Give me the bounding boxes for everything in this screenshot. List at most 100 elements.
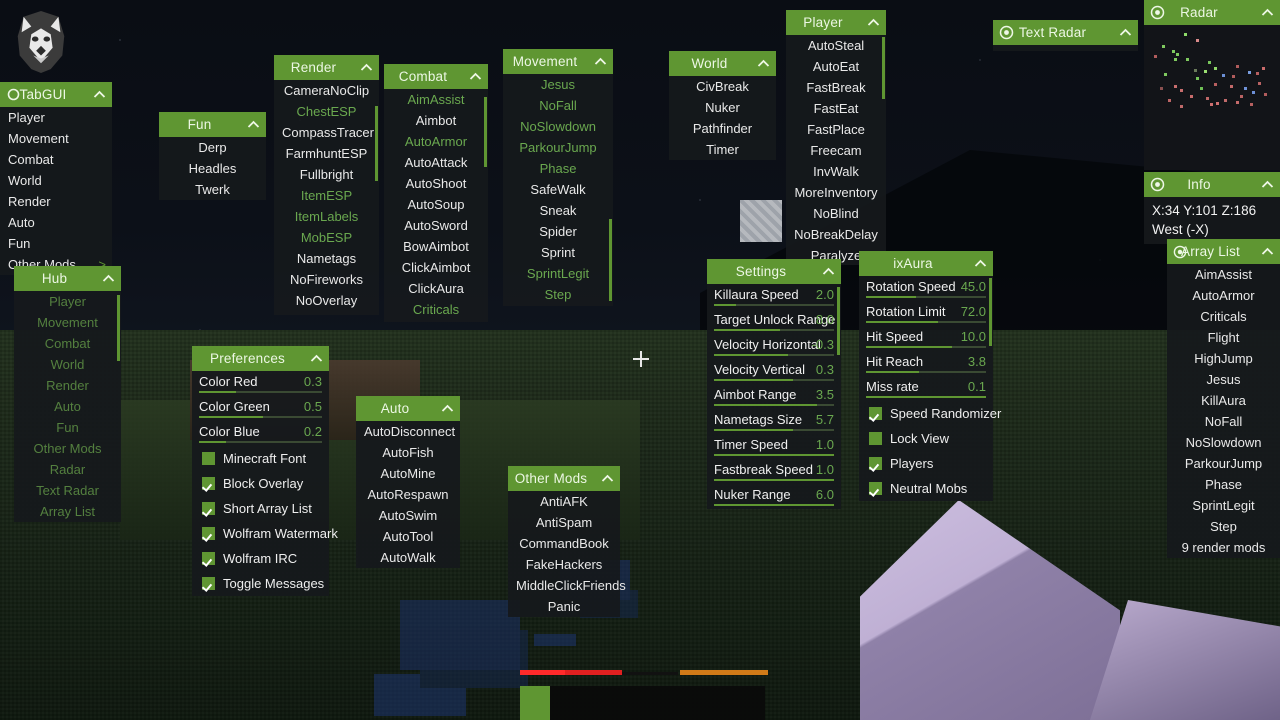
mod-item[interactable]: Fun [0,233,112,254]
mod-item[interactable]: Nuker [669,97,776,118]
mod-item[interactable]: World [14,354,121,375]
slider-row[interactable]: Miss rate 0.1 [859,376,993,401]
slider-row[interactable]: Hit Reach 3.8 [859,351,993,376]
checkbox-icon[interactable] [869,432,882,445]
checkbox-row[interactable]: Toggle Messages [192,571,329,596]
checkbox-icon[interactable] [202,477,215,490]
chevron-up-icon[interactable] [303,354,329,363]
slider-row[interactable]: Killaura Speed 2.0 [707,284,841,309]
mod-item[interactable]: Auto [14,396,121,417]
checkbox-icon[interactable] [869,407,882,420]
slider-track[interactable] [714,479,834,481]
panel-array-list[interactable]: Array List AimAssist AutoArmor Criticals Fl… [1167,239,1280,558]
panel-header-tabgui[interactable]: TabGUI [0,82,112,107]
mod-item[interactable]: NoBlind [786,203,886,224]
mod-item[interactable]: Render [14,375,121,396]
mod-item[interactable]: AimAssist [384,89,488,110]
mod-item[interactable]: Combat [14,333,121,354]
slider-track[interactable] [714,379,834,381]
slider-row[interactable]: Aimbot Range 3.5 [707,384,841,409]
mod-item[interactable]: AntiAFK [508,491,620,512]
panel-header-info[interactable]: Info [1144,172,1280,197]
mod-item[interactable]: FarmhuntESP [274,143,379,164]
slider-track[interactable] [714,504,834,506]
mod-item[interactable]: SprintLegit [1167,495,1280,516]
mod-item[interactable]: MiddleClickFriends [508,575,626,596]
mod-item[interactable]: SafeWalk [503,179,613,200]
mod-item[interactable]: NoBreakDelay [786,224,886,245]
chevron-up-icon[interactable] [1254,8,1280,17]
mod-item[interactable]: NoSlowdown [1167,432,1280,453]
scrollbar-combat[interactable] [484,97,487,167]
mod-item[interactable]: AimAssist [1167,264,1280,285]
mod-item[interactable]: Fullbright [274,164,379,185]
hotbar-slot-selected[interactable] [520,686,550,720]
mod-item[interactable]: Phase [1167,474,1280,495]
mod-item[interactable]: Panic [508,596,620,617]
scrollbar-hub[interactable] [117,295,120,361]
mod-item[interactable]: AutoFish [356,442,460,463]
mod-item[interactable]: Sneak [503,200,613,221]
panel-header-fun[interactable]: Fun [159,112,266,137]
panel-text-radar[interactable]: Text Radar [993,20,1138,51]
panel-header-settings[interactable]: Settings [707,259,841,284]
mod-item[interactable]: AutoShoot [384,173,488,194]
panel-header-radar[interactable]: Radar [1144,0,1280,25]
mod-item[interactable]: FastEat [786,98,886,119]
mod-item[interactable]: Spider [503,221,613,242]
mod-item[interactable]: Player [0,107,112,128]
mod-item[interactable]: Nametags [274,248,379,269]
slider-track[interactable] [866,346,986,348]
panel-header-array-list[interactable]: Array List [1167,239,1280,264]
panel-radar[interactable]: Radar [1144,0,1280,170]
mod-item[interactable]: Criticals [1167,306,1280,327]
slider-track[interactable] [866,396,986,398]
scrollbar-render[interactable] [375,106,378,181]
mod-item[interactable]: AutoArmor [1167,285,1280,306]
mod-item[interactable]: Sprint [503,242,613,263]
panel-render[interactable]: Render CameraNoClip ChestESP CompassTracer… [274,55,379,315]
mod-item[interactable]: AutoMine [356,463,460,484]
panel-header-preferences[interactable]: Preferences [192,346,329,371]
chevron-up-icon[interactable] [587,57,613,66]
checkbox-icon[interactable] [202,552,215,565]
panel-tabgui[interactable]: TabGUI Player Movement Combat World Render Au… [0,82,112,275]
panel-header-text-radar[interactable]: Text Radar [993,20,1138,45]
slider-row[interactable]: Velocity Horizontal -0.3 [707,334,841,359]
slider-row[interactable]: Rotation Speed 45.0 [859,276,993,301]
checkbox-icon[interactable] [202,452,215,465]
chevron-up-icon[interactable] [353,63,379,72]
chevron-up-icon[interactable] [967,259,993,268]
mod-item[interactable]: BowAimbot [384,236,488,257]
panel-header-combat[interactable]: Combat [384,64,488,89]
mod-item[interactable]: Movement [14,312,121,333]
chevron-up-icon[interactable] [240,120,266,129]
slider-row[interactable]: Nametags Size 5.7 [707,409,841,434]
mod-item[interactable]: ChestESP [274,101,379,122]
mod-item[interactable]: ParkourJump [503,137,613,158]
mod-item[interactable]: ItemLabels [274,206,379,227]
mod-item[interactable]: CivBreak [669,76,776,97]
mod-item[interactable]: SprintLegit [503,263,613,284]
slider-row[interactable]: Color Blue 0.2 [192,421,329,446]
panel-header-other-mods[interactable]: Other Mods [508,466,620,491]
panel-fun[interactable]: Fun Derp Headles Twerk [159,112,266,200]
mod-item[interactable]: Array List [14,501,121,522]
panel-ixaura[interactable]: ixAura Rotation Speed 45.0 Rotation Limit 7… [859,251,1001,501]
slider-track[interactable] [199,441,322,443]
mod-item[interactable]: AutoTool [356,526,460,547]
checkbox-row[interactable]: Neutral Mobs [859,476,993,501]
slider-track[interactable] [714,404,834,406]
panel-movement[interactable]: Movement Jesus NoFall NoSlowdown ParkourJum… [503,49,613,306]
mod-item[interactable]: Movement [0,128,112,149]
slider-track[interactable] [714,354,834,356]
mod-item[interactable]: MobESP [274,227,379,248]
mod-item[interactable]: NoFireworks [274,269,379,290]
checkbox-row[interactable]: Players [859,451,993,476]
mod-item[interactable]: FastBreak [786,77,886,98]
mod-item[interactable]: AutoArmor [384,131,488,152]
mod-item[interactable]: Flight [1167,327,1280,348]
chevron-up-icon[interactable] [815,267,841,276]
checkbox-icon[interactable] [202,502,215,515]
chevron-up-icon[interactable] [1254,180,1280,189]
